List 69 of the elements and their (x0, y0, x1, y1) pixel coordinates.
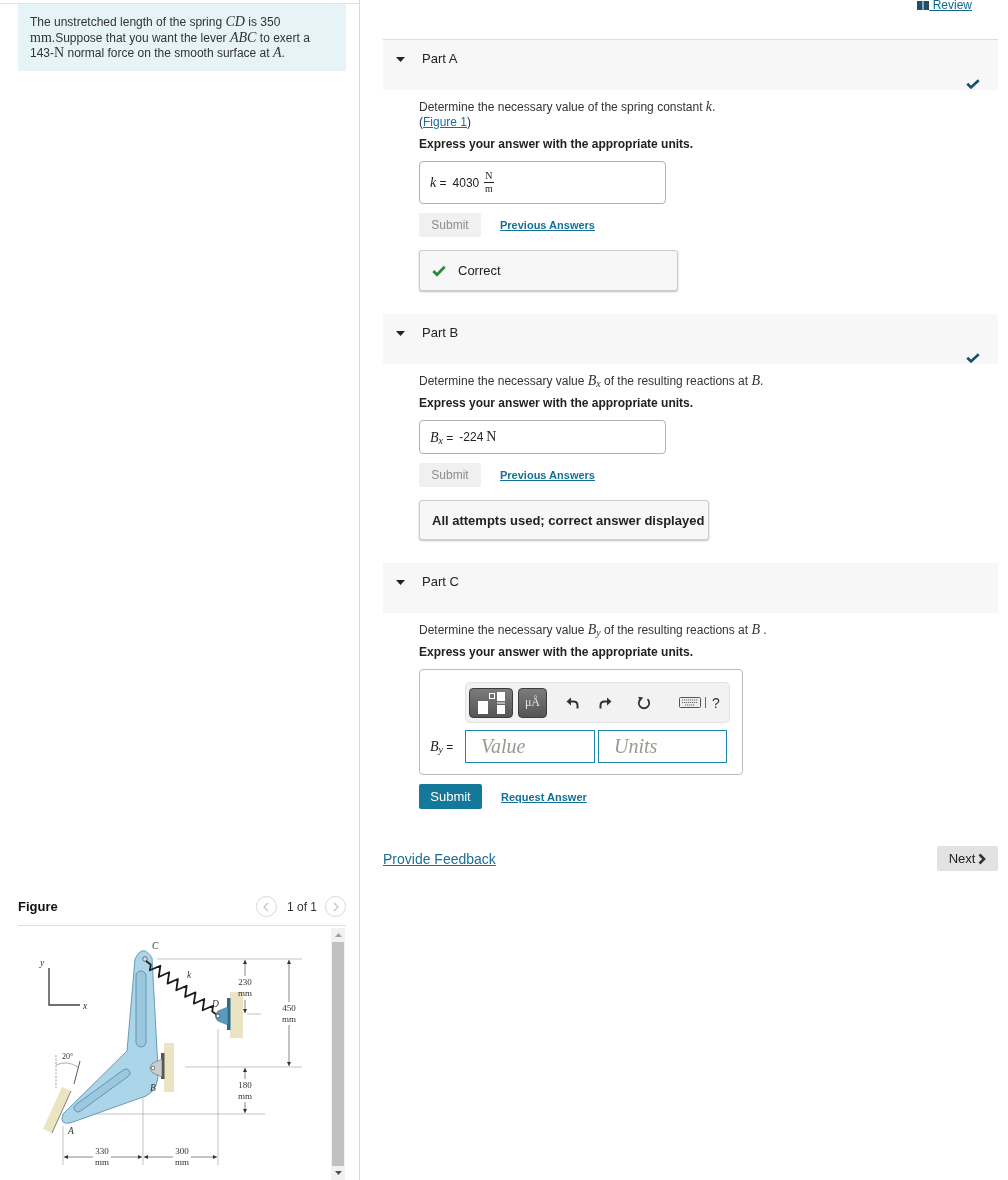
page-counter: 1 of 1 (286, 899, 317, 914)
value-input[interactable]: Value (465, 730, 595, 763)
part-header[interactable]: Part C (383, 563, 998, 613)
answer-label: B$_{y}$ = (430, 738, 455, 755)
answer-label: B$_{x}$ = (430, 428, 454, 446)
answer-link[interactable]: Previous Answers (500, 469, 595, 481)
figure-link[interactable]: Figure 1 (423, 115, 468, 129)
wall (43, 1087, 72, 1134)
instruction-text: Express your answer with the appropriate units. (419, 137, 695, 152)
dimension-label: 230 mm (238, 977, 252, 998)
submit-button[interactable]: Submit (419, 784, 482, 809)
redo-button[interactable] (599, 696, 612, 709)
book-icon (917, 1, 930, 10)
dimension-label: 330 mm (95, 1146, 109, 1167)
instruction-text: Express your answer with the appropriate units. (419, 645, 695, 660)
dimension-label: 300 mm (175, 1146, 189, 1167)
answer-unit: N (486, 429, 497, 445)
point-label: B (150, 1083, 156, 1093)
review-link[interactable]: Review (917, 0, 972, 11)
question-text: Determine the necessary value of the spring constant k. (419, 99, 717, 115)
units-input[interactable]: Units (598, 730, 727, 763)
pin-bracket (149, 1053, 165, 1079)
undo-button[interactable] (566, 696, 579, 709)
answer-value: 4030 (452, 175, 480, 190)
scrollbar[interactable] (331, 928, 345, 1180)
reset-button[interactable] (637, 695, 651, 710)
undo-icon (566, 696, 579, 709)
angle-guide (55, 1054, 81, 1089)
reset-icon (637, 695, 651, 710)
instruction-text: Express your answer with the appropriate units. (419, 396, 695, 411)
scroll-down-icon[interactable] (334, 1171, 342, 1175)
figure-reference: (Figure 1) (419, 115, 473, 130)
coordinate-axes (48, 967, 81, 1006)
check-icon (432, 264, 446, 277)
keyboard-button[interactable] (679, 697, 701, 708)
question-text: Determine the necessary value B$_{x}$ of the resulting reactions at B. (419, 373, 765, 389)
axis-label: y (40, 958, 45, 968)
chevron-right-icon (978, 852, 987, 865)
unit-fraction: N m (484, 171, 494, 194)
template-icon (477, 691, 505, 714)
redo-icon (599, 696, 612, 709)
angle-label: 20° (62, 1052, 74, 1061)
chevron-right-icon (332, 901, 339, 912)
keyboard-icon (679, 697, 701, 708)
dimension-label: 180 mm (238, 1080, 252, 1101)
part-header[interactable]: Part A (383, 40, 998, 90)
answer-link[interactable]: Request Answer (501, 790, 587, 803)
units-symbols-button[interactable]: μÅ (518, 687, 547, 718)
feedback-text: All attempts used; correct answer displayed (432, 512, 705, 528)
point-label: A (68, 1126, 74, 1136)
wall (164, 1043, 174, 1092)
axis-label: x (83, 1001, 88, 1011)
part-header[interactable]: Part B (383, 314, 998, 364)
point-label: C (152, 941, 159, 951)
scrollbar-thumb[interactable] (332, 942, 344, 1166)
feedback-text: Correct (458, 263, 501, 278)
next-button[interactable]: Next (937, 846, 998, 871)
template-button[interactable] (469, 687, 513, 718)
answer-value: -224 (459, 430, 484, 444)
help-button[interactable]: ? (712, 694, 720, 711)
provide-feedback-link[interactable]: Provide Feedback (383, 850, 496, 867)
chevron-left-icon (263, 901, 270, 912)
problem-text: The unstretched length of the spring CD is 350 mm.Suppose that you want the lever ABC to exert a 143-N normal force on the smooth surface at A. (30, 14, 311, 61)
question-text: Determine the necessary value B$_{y}$ of the resulting reactions at B . (419, 622, 768, 638)
dimension-label: 450 mm (282, 1003, 296, 1024)
answer-label: k = (430, 174, 447, 191)
answer-link[interactable]: Previous Answers (500, 219, 595, 231)
spring-label: k (187, 970, 192, 980)
figure-heading: Figure (18, 899, 58, 914)
